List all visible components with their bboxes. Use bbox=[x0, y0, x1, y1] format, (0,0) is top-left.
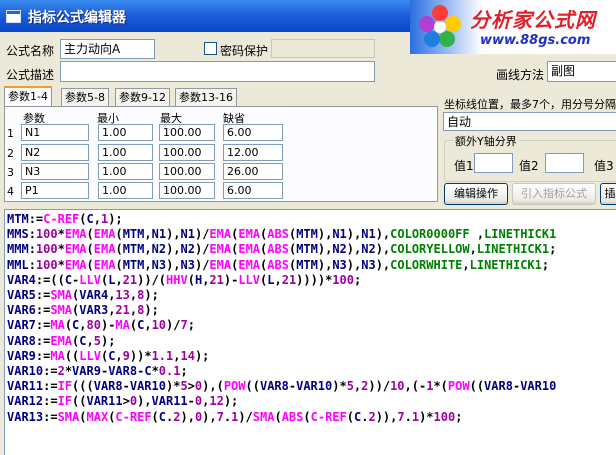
param-default-field[interactable]: 26.00 bbox=[223, 163, 283, 180]
code-line[interactable]: VAR10:=2*VAR9-VAR8-C*0.1; bbox=[7, 364, 188, 379]
formula-desc-input[interactable] bbox=[60, 61, 375, 82]
password-checkbox[interactable] bbox=[204, 42, 217, 55]
tab-params-1-4[interactable]: 参数1-4 bbox=[4, 86, 52, 108]
param-min-field[interactable]: 1.00 bbox=[98, 163, 153, 180]
window-title: 指标公式编辑器 bbox=[28, 10, 126, 26]
param-min-field[interactable]: 1.00 bbox=[98, 144, 153, 161]
param-default-field[interactable]: 6.00 bbox=[223, 124, 283, 141]
row-index: 3 bbox=[7, 166, 14, 179]
code-line[interactable]: VAR12:=IF((VAR11>0),VAR11-0,12); bbox=[7, 394, 238, 409]
draw-method-label: 画线方法 bbox=[496, 68, 545, 82]
code-line[interactable]: VAR7:=MA(C,80)-MA(C,10)/7; bbox=[7, 318, 195, 333]
import-formula-button[interactable]: 引入指标公式 bbox=[512, 183, 596, 205]
param-name-field[interactable]: N2 bbox=[21, 144, 89, 161]
formula-name-input[interactable]: 主力动向A bbox=[60, 39, 155, 59]
formula-code-editor[interactable]: MTM:=C-REF(C,1); MMS:100*EMA(EMA(MTM,N1),… bbox=[4, 209, 616, 455]
value1-input[interactable] bbox=[474, 153, 513, 173]
flower-logo-icon bbox=[419, 5, 461, 47]
desc-label: 公式描述 bbox=[6, 68, 55, 82]
code-line[interactable]: VAR6:=SMA(VAR3,21,8); bbox=[7, 303, 159, 318]
code-line[interactable]: MMS:100*EMA(EMA(MTM,N1),N1)/EMA(EMA(ABS(… bbox=[7, 227, 556, 242]
axis-position-input[interactable]: 自动 bbox=[443, 112, 616, 131]
brand-url: www.88gs.com bbox=[480, 33, 591, 48]
param-max-field[interactable]: 100.00 bbox=[159, 163, 215, 180]
code-line[interactable]: MTM:=C-REF(C,1); bbox=[7, 212, 123, 227]
param-name-field[interactable]: P1 bbox=[21, 182, 89, 199]
params-panel: 参数 最小 最大 缺省 1 N1 1.00 100.00 6.00 2 N2 1… bbox=[4, 106, 438, 202]
param-default-field[interactable]: 12.00 bbox=[223, 144, 283, 161]
draw-method-select[interactable]: 副图 bbox=[547, 61, 616, 82]
param-default-field[interactable]: 6.00 bbox=[223, 182, 283, 199]
window-icon bbox=[6, 10, 21, 23]
param-max-field[interactable]: 100.00 bbox=[159, 182, 215, 199]
value3-label: 值3 bbox=[594, 159, 614, 173]
password-input[interactable] bbox=[271, 39, 375, 58]
param-min-field[interactable]: 1.00 bbox=[98, 182, 153, 199]
tab-params-5-8[interactable]: 参数5-8 bbox=[61, 88, 109, 106]
param-name-field[interactable]: N1 bbox=[21, 124, 89, 141]
insert-function-button[interactable]: 插 bbox=[600, 183, 616, 205]
row-index: 2 bbox=[7, 147, 14, 160]
extra-y-axis-label: 额外Y轴分界 bbox=[453, 133, 519, 149]
name-label: 公式名称 bbox=[6, 44, 55, 58]
code-line[interactable]: MML:100*EMA(EMA(MTM,N3),N3)/EMA(EMA(ABS(… bbox=[7, 258, 556, 273]
param-max-field[interactable]: 100.00 bbox=[159, 144, 215, 161]
code-line[interactable]: MMM:100*EMA(EMA(MTM,N2),N2)/EMA(EMA(ABS(… bbox=[7, 242, 556, 257]
row-index: 1 bbox=[7, 127, 14, 140]
tab-params-13-16[interactable]: 参数13-16 bbox=[175, 88, 237, 106]
code-line[interactable]: VAR5:=SMA(VAR4,13,8); bbox=[7, 288, 159, 303]
value1-label: 值1 bbox=[454, 159, 474, 173]
brand-logo: 分析家公式网 www.88gs.com bbox=[410, 0, 616, 54]
axis-position-label: 坐标线位置，最多7个，用分号分隔 bbox=[444, 98, 616, 111]
param-max-field[interactable]: 100.00 bbox=[159, 124, 215, 141]
brand-name: 分析家公式网 bbox=[470, 8, 596, 32]
code-line[interactable]: VAR9:=MA((LLV(C,9))*1.1,14); bbox=[7, 349, 209, 364]
edit-operation-button[interactable]: 编辑操作 bbox=[444, 183, 508, 205]
param-min-field[interactable]: 1.00 bbox=[98, 124, 153, 141]
code-line[interactable]: VAR11:=IF(((VAR8-VAR10)*5>0),(POW((VAR8-… bbox=[7, 379, 556, 394]
code-line[interactable]: VAR8:=EMA(C,5); bbox=[7, 334, 115, 349]
param-name-field[interactable]: N3 bbox=[21, 163, 89, 180]
code-line[interactable]: VAR13:=SMA(MAX(C-REF(C.2),0),7.1)/SMA(AB… bbox=[7, 410, 462, 425]
value2-input[interactable] bbox=[545, 153, 584, 173]
tab-params-9-12[interactable]: 参数9-12 bbox=[115, 88, 170, 106]
row-index: 4 bbox=[7, 185, 14, 198]
code-line[interactable]: VAR4:=((C-LLV(L,21))/(HHV(H,21)-LLV(L,21… bbox=[7, 273, 361, 288]
value2-label: 值2 bbox=[519, 159, 539, 173]
password-label: 密码保护 bbox=[220, 44, 269, 58]
